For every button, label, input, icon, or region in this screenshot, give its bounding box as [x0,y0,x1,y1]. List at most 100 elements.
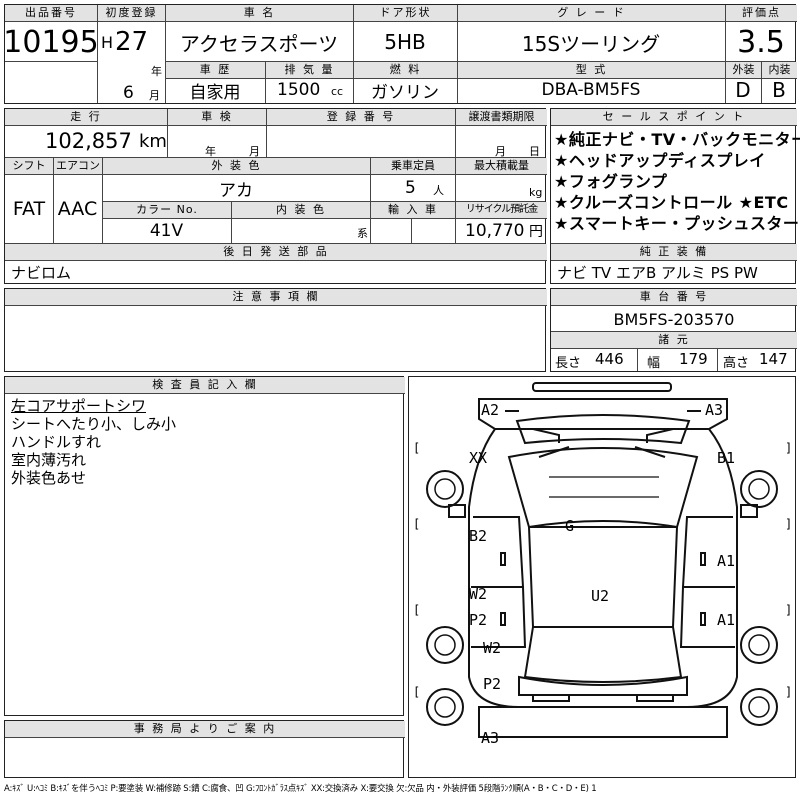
mark-front-right: A3 [705,401,724,419]
aircon-label: エアコン [54,158,102,175]
notes-box: 注 意 事 項 欄 [4,288,547,372]
model-value: DBA-BM5FS [541,80,641,100]
displacement-label: 排 気 量 [266,62,353,79]
yen-unit: 円 [529,224,543,240]
height-value: 147 [759,350,788,368]
inspector-line: シートへたり小、しみ小 [11,415,177,433]
mark-right-front-door: A1 [717,552,736,570]
mark-left-rear-door-p: P2 [469,611,488,629]
ext-color-value: アカ [219,180,253,201]
mark-front-left: A2 [481,401,500,419]
car-outline-drawing [426,382,778,738]
top-info-table: 出品番号 初度登録 車 名 ドア形状 グ レ ー ド 評価点 10195 H 2… [3,4,797,104]
fuel-value: ガソリン [371,82,439,103]
office-box: 事 務 局 よ り ご 案 内 [4,720,405,778]
inspector-line: ハンドルすれ [11,433,102,451]
mark-rear-bumper: A3 [481,729,500,747]
int-color-label: 内 装 色 [232,202,370,219]
later-parts-value: ナビロム [11,263,72,282]
recycle-value: 10,770 [465,221,525,241]
lot-no-label: 出品番号 [5,5,97,22]
bracket-mark: [ [413,441,421,455]
year-unit: 年 [151,65,162,78]
history-label: 車 歴 [166,62,265,79]
inspector-notes-box: 検 査 員 記 入 欄 左コアサポートシワ シートへたり小、しみ小 ハンドルすれ… [4,376,405,716]
sales-point-line: ★クルーズコントロール ★ETC [554,193,789,212]
cc-unit: cc [331,85,344,98]
dims-label: 諸 元 [551,332,797,349]
office-label: 事 務 局 よ り ご 案 内 [5,721,405,738]
transfer-label: 譲渡書類期限 [456,109,547,126]
sales-point-line: ★フォグランプ [554,172,668,191]
mark-left-front-door: B2 [469,527,488,545]
mark-roof-glass: G [565,517,575,535]
displacement-value: 1500 [277,80,321,100]
import-label: 輸 入 車 [371,202,455,219]
reg-no-label: 登 録 番 号 [267,109,455,126]
sales-point-line: ★純正ナビ・TV・バックモニター [554,130,800,149]
genuine-equip-value: ナビ TV エアB アルミ PS PW [557,263,758,282]
color-no-label: カラー No. [103,202,231,219]
first-reg-era: H [101,33,114,52]
score-label: 評価点 [726,5,797,22]
inspector-label: 検 査 員 記 入 欄 [5,377,405,394]
sales-points-label: セ ー ル ス ポ イ ン ト [551,109,797,126]
lot-no-value: 10195 [3,24,99,60]
chassis-label: 車 台 番 号 [551,289,797,306]
max-load-label: 最大積載量 [456,158,547,175]
vehicle-detail-table: 走 行 車 検 登 録 番 号 譲渡書類期限 102,857 km 年 月 月 … [4,108,547,284]
ext-grade-value: D [735,78,751,102]
ext-color-label: 外 装 色 [103,158,370,175]
inspector-line: 外装色あせ [11,469,87,487]
shift-value: FAT [12,198,46,220]
car-name-label: 車 名 [166,5,353,22]
shift-label: シフト [5,158,53,175]
score-value: 3.5 [737,24,785,60]
genuine-equip-label: 純 正 装 備 [551,244,797,261]
legend-text: A:ｷｽﾞ U:ﾍｺﾐ B:ｷｽﾞを伴うﾍｺﾐ P:要塗装 W:補修跡 S:錆 … [4,784,597,794]
bracket-mark: ] [785,441,793,455]
length-label: 長さ [555,356,582,371]
height-label: 高さ [723,356,750,371]
car-name-value: アクセラスポーツ [179,31,339,56]
month-unit: 月 [149,89,160,102]
km-unit: km [139,131,167,152]
inspector-line: 室内薄汚れ [11,451,87,469]
kg-unit: kg [529,186,543,199]
mileage-label: 走 行 [5,109,167,126]
door-value: 5HB [384,30,426,54]
int-grade-value: B [772,78,786,102]
ext-grade-label: 外装 [726,62,761,79]
door-label: ドア形状 [354,5,457,22]
first-reg-label: 初度登録 [98,5,165,22]
first-reg-month: 6 [123,83,134,103]
mark-left-quarter-w: W2 [483,639,502,657]
length-value: 446 [595,350,624,368]
width-label: 幅 [647,356,661,371]
sales-points-box: セ ー ル ス ポ イ ン ト ★純正ナビ・TV・バックモニター ★ヘッドアップ… [550,108,800,284]
bracket-mark: [ [413,685,421,699]
bracket-mark: ] [785,685,793,699]
capacity-value: 5 [405,178,416,198]
notes-label: 注 意 事 項 欄 [5,289,547,306]
sales-point-line: ★スマートキー・プッシュスタート [554,214,800,233]
chassis-value: BM5FS-203570 [613,309,735,329]
inspection-label: 車 検 [168,109,266,126]
grade-label: グ レ ー ド [458,5,725,22]
sales-point-line: ★ヘッドアップディスプレイ [554,151,766,170]
mark-left-fender: XX [469,449,488,467]
recycle-label: リサイクル預託金 [456,202,547,219]
chassis-box: 車 台 番 号 BM5FS-203570 諸 元 長さ 446 幅 179 高さ… [550,288,797,372]
mark-right-fender: B1 [717,449,736,467]
int-color-unit: 系 [357,227,368,240]
model-label: 型 式 [458,62,725,79]
bracket-mark: [ [413,603,421,617]
fuel-label: 燃 料 [354,62,457,79]
mark-right-rear-door: A1 [717,611,736,629]
mark-left-rear-door-w: W2 [469,585,488,603]
history-value: 自家用 [189,82,241,103]
int-grade-label: 内装 [762,62,797,79]
aircon-value: AAC [57,198,98,220]
inspector-line: 左コアサポートシワ [11,397,147,415]
color-no-value: 41V [149,221,184,241]
